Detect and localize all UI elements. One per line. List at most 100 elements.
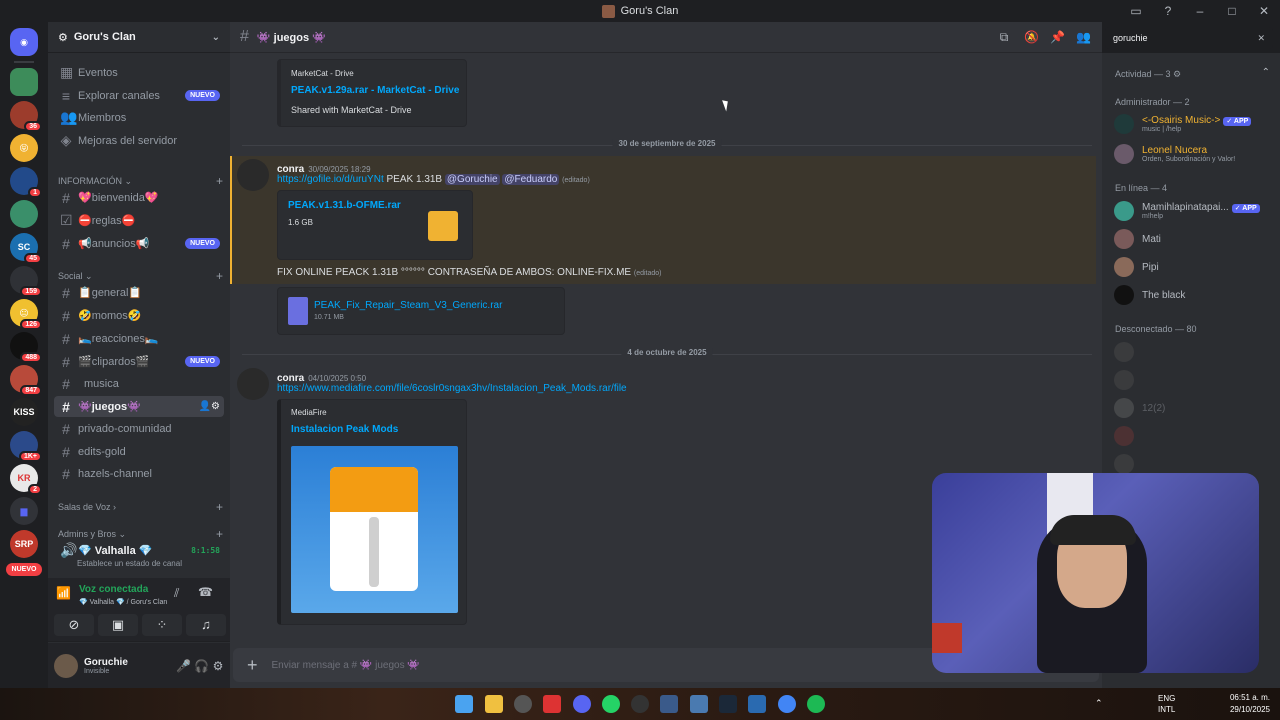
channel-general[interactable]: # 📋general📋	[54, 282, 224, 303]
channel-clipardos[interactable]: # 🎬clipardos🎬 NUEVO	[54, 351, 224, 372]
server-icon[interactable]	[10, 200, 38, 228]
maximize-button[interactable]: □	[1216, 4, 1248, 18]
voice-connected-location[interactable]: 💎 Valhalla 💎 / Goru's Clan	[79, 598, 167, 606]
avatar[interactable]	[237, 159, 269, 191]
server-icon[interactable]: SC 45	[10, 233, 42, 264]
mention[interactable]: @Goruchie	[444, 174, 500, 185]
member-row[interactable]: 12(2)	[1114, 395, 1274, 421]
app-icon[interactable]	[660, 695, 678, 713]
server-icon[interactable]: KR 2	[10, 464, 42, 495]
member-list-icon[interactable]: 👥	[1076, 31, 1091, 43]
server-icon[interactable]: SRP	[10, 530, 38, 558]
server-folder-icon[interactable]: 159	[10, 266, 42, 297]
steam-icon[interactable]	[719, 695, 737, 713]
folder-icon[interactable]: ▆	[10, 497, 38, 525]
server-icon-goru[interactable]	[10, 68, 38, 96]
whatsapp-icon[interactable]	[602, 695, 620, 713]
member-row[interactable]: Leonel Nucera Orden, Subordinación y Valo…	[1114, 141, 1274, 167]
mute-bell-icon[interactable]: 🔕	[1024, 31, 1039, 43]
clear-search-icon[interactable]: ✕	[1257, 33, 1265, 44]
add-channel-icon[interactable]: +	[216, 527, 223, 541]
tray-chevron-icon[interactable]: ⌃	[1095, 698, 1103, 709]
activity-header[interactable]: Actividad — 3 ⚙	[1115, 69, 1181, 80]
embed-title[interactable]: PEAK.v1.29a.rar - MarketCat - Drive	[291, 85, 459, 96]
add-channel-icon[interactable]: +	[216, 269, 223, 283]
obs-icon[interactable]	[514, 695, 532, 713]
embed-title[interactable]: Instalacion Peak Mods	[291, 424, 398, 435]
chrome-icon[interactable]	[778, 695, 796, 713]
app-icon[interactable]	[690, 695, 708, 713]
screen-share-button[interactable]: ▣	[98, 614, 138, 636]
category-social[interactable]: Social ⌄ +	[58, 269, 223, 283]
channel-anuncios[interactable]: # 📢anuncios📢 NUEVO	[54, 233, 224, 254]
channel-privado-comunidad[interactable]: # privado-comunidad	[54, 418, 224, 439]
settings-gear-icon[interactable]: ⚙	[212, 660, 224, 672]
add-attachment-icon[interactable]: +	[247, 655, 258, 676]
app-icon[interactable]	[748, 695, 766, 713]
zip-file-image[interactable]	[291, 446, 458, 613]
file-name[interactable]: PEAK_Fix_Repair_Steam_V3_Generic.rar	[314, 300, 502, 311]
voice-channel-valhalla[interactable]: 🔊 💎 Valhalla 💎 8:1:58	[54, 540, 224, 561]
member-row[interactable]	[1114, 339, 1274, 365]
disconnect-icon[interactable]: ☎	[198, 585, 213, 599]
server-icon[interactable]: 36	[10, 101, 42, 132]
server-icon[interactable]: 😝	[10, 134, 38, 162]
file-explorer-icon[interactable]	[485, 695, 503, 713]
channel-edits-gold[interactable]: # edits-gold	[54, 441, 224, 462]
nav-server-boosts[interactable]: ◈ Mejoras del servidor	[54, 130, 224, 151]
channel-juegos[interactable]: # 👾juegos👾 👤⚙	[54, 396, 224, 417]
microphone-icon[interactable]: 🎤	[176, 660, 191, 672]
file-name[interactable]: PEAK.v1.31.b-OFME.rar	[288, 200, 401, 211]
discord-icon[interactable]	[573, 695, 591, 713]
spotify-icon[interactable]	[807, 695, 825, 713]
server-icon[interactable]: 488	[10, 332, 42, 363]
channel-bienvenida[interactable]: # 💖bienvenida💖	[54, 187, 224, 208]
add-channel-icon[interactable]: +	[216, 174, 223, 188]
language-indicator[interactable]: ENG INTL	[1158, 693, 1175, 715]
category-voice[interactable]: Salas de Voz › +	[58, 500, 223, 514]
app-icon[interactable]	[543, 695, 561, 713]
invite-settings-icons[interactable]: 👤⚙	[199, 401, 220, 412]
channel-momos[interactable]: # 🤣momos🤣	[54, 305, 224, 326]
channel-status[interactable]: Establece un estado de canal	[77, 559, 182, 568]
channel-hazels-channel[interactable]: # hazels-channel	[54, 463, 224, 484]
nav-members[interactable]: 👥 Miembros	[54, 107, 224, 128]
member-row[interactable]	[1114, 423, 1274, 449]
server-icon[interactable]: 😐 126	[10, 299, 42, 330]
member-row[interactable]: Pipi	[1114, 254, 1274, 280]
noise-suppression-icon[interactable]: ⫽	[174, 586, 179, 601]
windows-start-icon[interactable]	[455, 695, 473, 713]
help-icon[interactable]: ?	[1152, 4, 1184, 18]
discord-home-icon[interactable]: ◉	[10, 28, 38, 56]
member-row[interactable]	[1114, 367, 1274, 393]
pin-icon[interactable]: 📌	[1050, 31, 1065, 43]
member-row[interactable]: Mati	[1114, 226, 1274, 252]
server-icon[interactable]: KISS	[10, 398, 38, 426]
close-button[interactable]: ✕	[1248, 4, 1280, 18]
chevron-up-icon[interactable]: ⌃	[1262, 67, 1270, 78]
server-icon[interactable]: 1	[10, 167, 42, 198]
signal-icon[interactable]: 📶	[56, 586, 71, 600]
channel-musica[interactable]: # musica	[54, 373, 224, 394]
server-header[interactable]: ⚙ Goru's Clan ⌄	[48, 22, 230, 53]
search-input[interactable]: goruchie ✕	[1105, 27, 1273, 49]
inbox-icon[interactable]: ▭	[1120, 4, 1152, 18]
avatar[interactable]	[54, 653, 78, 678]
clock[interactable]: 06:51 a. m. 29/10/2025	[1230, 692, 1270, 716]
nav-events[interactable]: ▦ Eventos	[54, 62, 224, 83]
category-info[interactable]: INFORMACIÓN ⌄ +	[58, 174, 223, 188]
add-channel-icon[interactable]: +	[216, 500, 223, 514]
channel-reacciones[interactable]: # 🛌reacciones🛌	[54, 328, 224, 349]
server-icon[interactable]: 847	[10, 365, 42, 396]
channel-reglas[interactable]: ☑ ⛔reglas⛔	[54, 210, 224, 231]
activities-button[interactable]: ⁘	[142, 614, 182, 636]
nav-explore-channels[interactable]: ≡ Explorar canales NUEVO	[54, 85, 224, 106]
member-row[interactable]: <-Osairis Music-> ✓ APP music | /help	[1114, 111, 1274, 137]
message-link[interactable]: https://www.mediafire.com/file/6coslr0sn…	[277, 383, 627, 394]
mention[interactable]: @Feduardo	[502, 174, 560, 185]
server-icon[interactable]: 1K+	[10, 431, 42, 462]
category-admins[interactable]: Admins y Bros ⌄ +	[58, 527, 223, 541]
soundboard-button[interactable]: ♫	[186, 614, 226, 636]
app-icon[interactable]	[631, 695, 649, 713]
member-row[interactable]: Mamihlapinatapai... ✓ APP m!help	[1114, 198, 1274, 224]
